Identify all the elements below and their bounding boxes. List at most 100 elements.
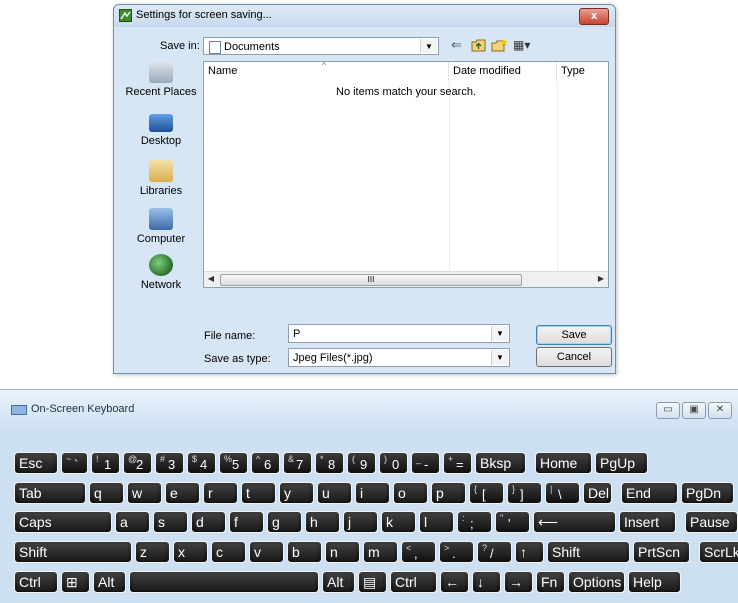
key-3-7[interactable]: m [363, 541, 398, 563]
horizontal-scrollbar[interactable]: ◀ III ▶ [204, 271, 608, 287]
back-arrow-icon[interactable]: ⇐ [451, 38, 462, 52]
maximize-icon[interactable]: ▣ [682, 402, 706, 419]
key-3-14[interactable]: ScrLk [699, 541, 738, 563]
key-2-6[interactable]: h [305, 511, 340, 533]
key-3-6[interactable]: n [325, 541, 360, 563]
key-1-10[interactable]: p [431, 482, 466, 504]
chevron-down-icon[interactable]: ▼ [420, 39, 437, 53]
key-0-13[interactable]: + = [443, 452, 472, 474]
scroll-thumb[interactable]: III [220, 274, 522, 286]
save-button[interactable]: Save [536, 325, 612, 345]
key-3-12[interactable]: Shift [547, 541, 630, 563]
key-1-9[interactable]: o [393, 482, 428, 504]
view-menu-icon[interactable]: ▦▾ [513, 38, 530, 52]
dialog-titlebar[interactable]: Settings for screen saving... x [114, 5, 615, 27]
key-3-5[interactable]: b [287, 541, 322, 563]
file-name-input[interactable]: P ▼ [288, 324, 510, 343]
key-4-4[interactable]: Alt [322, 571, 355, 593]
key-2-4[interactable]: f [229, 511, 264, 533]
key-1-5[interactable]: t [241, 482, 276, 504]
key-0-15[interactable]: Home [535, 452, 592, 474]
key-4-2[interactable]: Alt [93, 571, 126, 593]
key-4-0[interactable]: Ctrl [14, 571, 58, 593]
osk-titlebar[interactable]: On-Screen Keyboard ▭ ▣ ✕ [0, 390, 738, 428]
key-3-9[interactable]: >. [439, 541, 474, 563]
key-0-4[interactable]: #3 [155, 452, 184, 474]
key-0-9[interactable]: * 8 [315, 452, 344, 474]
key-2-14[interactable]: Pause [685, 511, 738, 533]
key-4-1[interactable]: ⊞ [61, 571, 90, 593]
key-3-13[interactable]: PrtScn [633, 541, 690, 563]
scroll-right-icon[interactable]: ▶ [595, 273, 607, 285]
key-3-2[interactable]: x [173, 541, 208, 563]
save-in-select[interactable]: Documents ▼ [203, 37, 439, 55]
key-3-11[interactable]: ↑ [515, 541, 544, 563]
key-1-1[interactable]: q [89, 482, 124, 504]
key-0-5[interactable]: $4 [187, 452, 216, 474]
key-4-5[interactable]: ▤ [358, 571, 387, 593]
key-3-4[interactable]: v [249, 541, 284, 563]
key-4-9[interactable]: → [504, 571, 533, 593]
key-4-10[interactable]: Fn [536, 571, 565, 593]
key-3-8[interactable]: <, [401, 541, 436, 563]
up-folder-icon[interactable] [471, 39, 486, 52]
key-0-10[interactable]: (9 [347, 452, 376, 474]
key-4-6[interactable]: Ctrl [390, 571, 437, 593]
key-0-6[interactable]: % 5 [219, 452, 248, 474]
place-network[interactable]: Network [119, 254, 203, 291]
key-3-1[interactable]: z [135, 541, 170, 563]
key-0-0[interactable]: Esc [14, 452, 58, 474]
key-1-2[interactable]: w [127, 482, 162, 504]
key-0-1[interactable]: ~ ` [61, 452, 88, 474]
save-as-type-select[interactable]: Jpeg Files(*.jpg) ▼ [288, 348, 510, 367]
place-libraries[interactable]: Libraries [119, 160, 203, 197]
key-1-11[interactable]: {[ [469, 482, 504, 504]
key-1-0[interactable]: Tab [14, 482, 86, 504]
close-icon[interactable]: ✕ [708, 402, 732, 419]
key-2-8[interactable]: k [381, 511, 416, 533]
key-2-3[interactable]: d [191, 511, 226, 533]
place-computer[interactable]: Computer [119, 208, 203, 245]
key-1-12[interactable]: }] [507, 482, 542, 504]
key-2-9[interactable]: l [419, 511, 454, 533]
column-header-type[interactable]: Type [557, 62, 610, 81]
key-4-12[interactable]: Help [628, 571, 681, 593]
column-header-name[interactable]: Name ^ [204, 61, 449, 81]
key-3-10[interactable]: ? / [477, 541, 512, 563]
key-2-7[interactable]: j [343, 511, 378, 533]
place-recent-places[interactable]: Recent Places [119, 61, 203, 98]
key-0-2[interactable]: ! 1 [91, 452, 120, 474]
key-0-16[interactable]: PgUp [595, 452, 648, 474]
key-4-3[interactable] [129, 571, 319, 593]
file-list[interactable]: Name ^ Date modified Type No items match… [203, 61, 609, 288]
key-2-12[interactable]: ⟵ [533, 511, 616, 533]
place-desktop[interactable]: Desktop [119, 114, 203, 147]
key-0-3[interactable]: @2 [123, 452, 152, 474]
key-2-11[interactable]: " ' [495, 511, 530, 533]
key-4-11[interactable]: Options [568, 571, 625, 593]
key-0-11[interactable]: ) 0 [379, 452, 408, 474]
key-1-7[interactable]: u [317, 482, 352, 504]
key-4-7[interactable]: ← [440, 571, 469, 593]
key-3-0[interactable]: Shift [14, 541, 132, 563]
minimize-icon[interactable]: ▭ [656, 402, 680, 419]
key-0-7[interactable]: ^ 6 [251, 452, 280, 474]
key-3-3[interactable]: c [211, 541, 246, 563]
cancel-button[interactable]: Cancel [536, 347, 612, 367]
key-1-3[interactable]: e [165, 482, 200, 504]
key-4-8[interactable]: ↓ [472, 571, 501, 593]
column-header-date-modified[interactable]: Date modified [449, 62, 557, 81]
key-1-15[interactable]: End [621, 482, 678, 504]
key-1-6[interactable]: y [279, 482, 314, 504]
key-1-8[interactable]: i [355, 482, 390, 504]
key-1-14[interactable]: Del [583, 482, 612, 504]
key-0-14[interactable]: Bksp [475, 452, 526, 474]
chevron-down-icon[interactable]: ▼ [491, 350, 508, 365]
key-2-2[interactable]: s [153, 511, 188, 533]
key-1-16[interactable]: PgDn [681, 482, 734, 504]
chevron-down-icon[interactable]: ▼ [491, 326, 508, 341]
key-1-4[interactable]: r [203, 482, 238, 504]
key-2-10[interactable]: :; [457, 511, 492, 533]
dialog-close-button[interactable]: x [579, 8, 609, 25]
key-0-8[interactable]: & 7 [283, 452, 312, 474]
